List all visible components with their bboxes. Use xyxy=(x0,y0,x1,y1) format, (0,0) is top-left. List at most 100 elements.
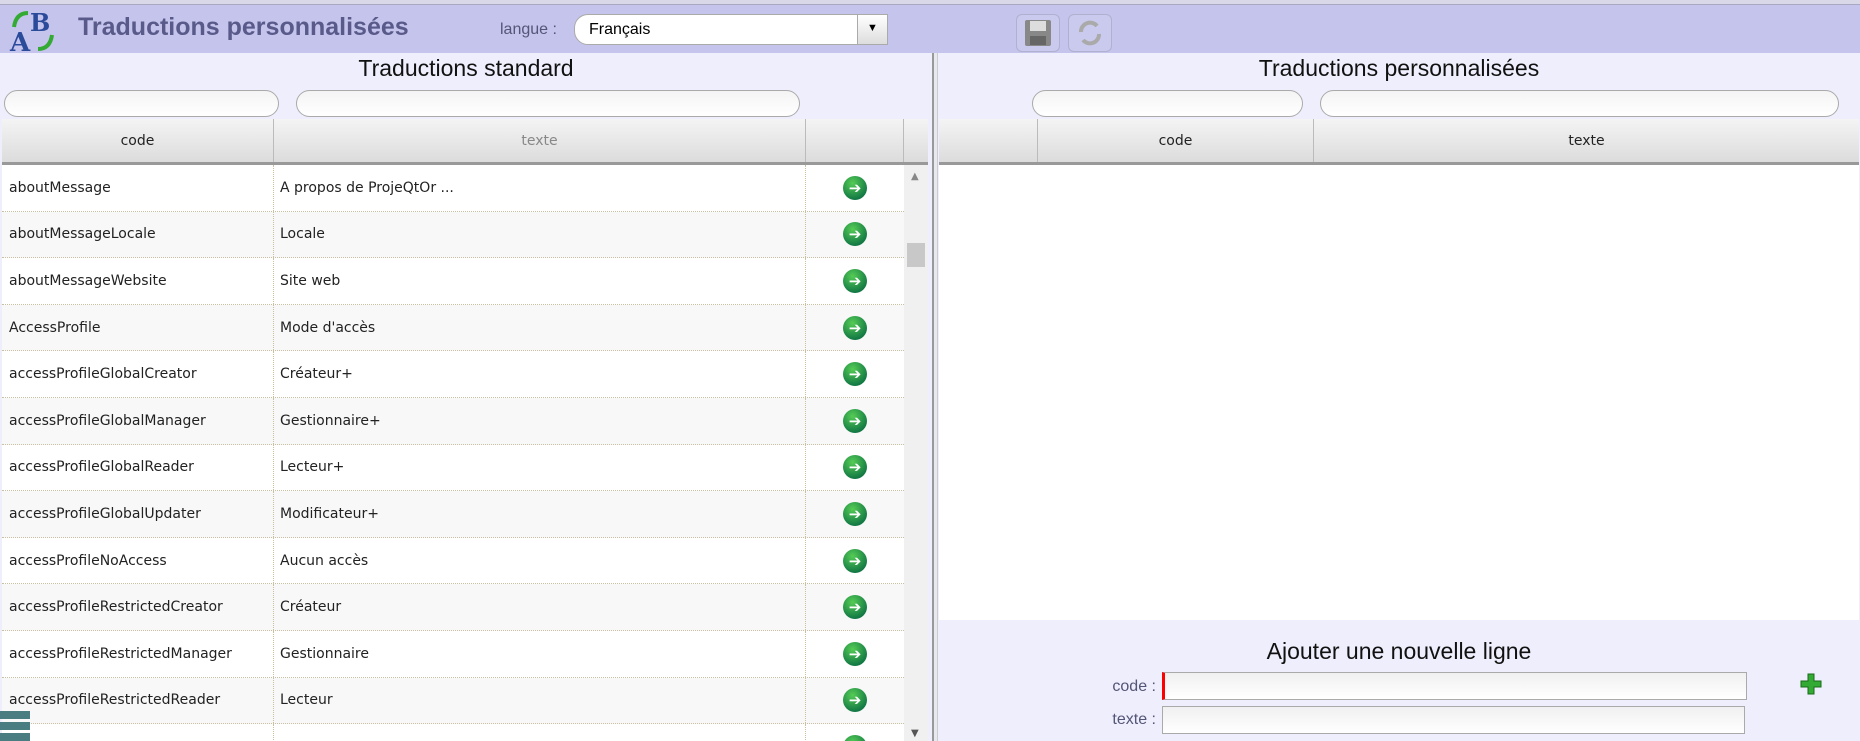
row-action-cell: ➔ xyxy=(806,258,904,304)
add-plus-icon[interactable] xyxy=(1800,673,1822,695)
table-row[interactable]: accessProfileRestrictedManager Gestionnai… xyxy=(2,630,904,678)
row-action-cell: ➔ xyxy=(806,538,904,584)
column-header-code[interactable]: code xyxy=(2,119,274,162)
row-texte: A propos de ProjeQtOr ... xyxy=(274,165,806,211)
row-code: aboutMessageLocale xyxy=(2,211,274,258)
table-row[interactable]: aboutMessageWebsite Site web ➔ xyxy=(2,258,904,305)
refresh-button[interactable] xyxy=(1068,14,1112,52)
table-row[interactable]: accessProfileRestrictedCreator Créateur ➔ xyxy=(2,584,904,631)
table-row[interactable]: accessProfileGlobalManager Gestionnaire+ ➔ xyxy=(2,397,904,445)
row-texte: Lecteur+ xyxy=(274,444,806,491)
save-icon xyxy=(1025,20,1051,46)
row-code: aboutMessage xyxy=(2,165,274,211)
copy-to-custom-arrow-icon[interactable]: ➔ xyxy=(843,734,867,741)
new-texte-input[interactable] xyxy=(1162,706,1745,734)
row-code: accessProfileNoAccess xyxy=(2,537,274,584)
copy-to-custom-arrow-icon[interactable]: ➔ xyxy=(843,548,867,573)
refresh-icon xyxy=(1079,20,1101,46)
new-code-input[interactable] xyxy=(1162,672,1747,700)
save-button[interactable] xyxy=(1016,14,1060,52)
row-code: accessProfileGlobalUpdater xyxy=(2,491,274,537)
texte-label: texte : xyxy=(1112,711,1156,728)
standard-table-body: aboutMessage A propos de ProjeQtOr ... ➔ ab… xyxy=(2,165,904,741)
copy-to-custom-arrow-icon[interactable]: ➔ xyxy=(843,455,867,480)
row-action-cell: ➔ xyxy=(806,491,904,537)
copy-to-custom-arrow-icon[interactable]: ➔ xyxy=(843,315,867,340)
texte-filter-input[interactable] xyxy=(296,90,800,117)
custom-table-body xyxy=(939,165,1859,620)
scroll-down-icon[interactable]: ▼ xyxy=(911,728,919,739)
row-code xyxy=(2,724,274,741)
table-row[interactable]: ➔ xyxy=(2,724,904,741)
row-code: accessProfileRestrictedReader xyxy=(2,677,274,724)
row-texte: Créateur+ xyxy=(274,351,806,397)
column-header-texte[interactable]: texte xyxy=(1314,119,1859,162)
copy-to-custom-arrow-icon[interactable]: ➔ xyxy=(843,408,867,433)
code-label: code : xyxy=(1112,678,1156,695)
copy-to-custom-arrow-icon[interactable]: ➔ xyxy=(843,362,867,387)
standard-panel-title: Traductions standard xyxy=(358,55,574,81)
svg-text:B: B xyxy=(30,8,50,37)
row-texte: Gestionnaire+ xyxy=(274,397,806,444)
chevron-down-icon[interactable]: ▼ xyxy=(857,15,887,44)
copy-to-custom-arrow-icon[interactable]: ➔ xyxy=(843,595,867,620)
column-header-action xyxy=(806,119,904,162)
language-label: langue : xyxy=(500,21,557,38)
scroll-thumb[interactable] xyxy=(907,243,925,267)
scroll-up-icon[interactable]: ▲ xyxy=(911,171,919,182)
table-row[interactable]: aboutMessageLocale Locale ➔ xyxy=(2,211,904,259)
row-texte: Aucun accès xyxy=(274,537,806,584)
column-header-action xyxy=(939,119,1038,162)
row-texte: Site web xyxy=(274,258,806,304)
row-code: accessProfileGlobalCreator xyxy=(2,351,274,397)
add-line-title: Ajouter une nouvelle ligne xyxy=(1266,638,1532,664)
table-row[interactable]: accessProfileGlobalReader Lecteur+ ➔ xyxy=(2,444,904,492)
row-code: aboutMessageWebsite xyxy=(2,258,274,304)
vertical-scrollbar[interactable]: ▲ ▼ xyxy=(904,165,928,741)
copy-to-custom-arrow-icon[interactable]: ➔ xyxy=(843,175,867,200)
copy-to-custom-arrow-icon[interactable]: ➔ xyxy=(843,641,867,666)
copy-to-custom-arrow-icon[interactable]: ➔ xyxy=(843,688,867,713)
table-row[interactable]: AccessProfile Mode d'accès ➔ xyxy=(2,304,904,352)
language-select[interactable]: Français ▼ xyxy=(574,14,888,45)
row-action-cell: ➔ xyxy=(806,678,904,724)
standard-translations-panel: Traductions standard code texte aboutMes… xyxy=(0,53,932,741)
copy-to-custom-arrow-icon[interactable]: ➔ xyxy=(843,222,867,247)
table-row[interactable]: aboutMessage A propos de ProjeQtOr ... ➔ xyxy=(2,165,904,212)
scrollbar-header-spacer xyxy=(904,119,928,162)
table-row[interactable]: accessProfileGlobalCreator Créateur+ ➔ xyxy=(2,351,904,398)
row-texte: Lecteur xyxy=(274,677,806,724)
copy-to-custom-arrow-icon[interactable]: ➔ xyxy=(843,501,867,526)
custom-panel-title: Traductions personnalisées xyxy=(1258,55,1540,81)
copy-to-custom-arrow-icon[interactable]: ➔ xyxy=(843,268,867,293)
standard-table-header: code texte xyxy=(2,119,928,165)
row-texte: Modificateur+ xyxy=(274,491,806,537)
custom-texte-filter-input[interactable] xyxy=(1320,90,1839,117)
custom-code-filter-input[interactable] xyxy=(1032,90,1303,117)
row-action-cell: ➔ xyxy=(806,212,904,258)
language-value: Français xyxy=(589,21,651,38)
row-action-cell: ➔ xyxy=(806,305,904,351)
row-action-cell: ➔ xyxy=(806,584,904,630)
row-code: accessProfileGlobalReader xyxy=(2,444,274,491)
row-action-cell: ➔ xyxy=(806,351,904,397)
row-code: AccessProfile xyxy=(2,304,274,351)
table-row[interactable]: accessProfileRestrictedReader Lecteur ➔ xyxy=(2,677,904,725)
row-texte: Créateur xyxy=(274,584,806,630)
custom-translations-panel: Traductions personnalisées code texte Aj… xyxy=(938,53,1860,741)
column-header-code[interactable]: code xyxy=(1038,119,1314,162)
menu-toggle-button[interactable] xyxy=(0,711,30,741)
row-texte xyxy=(274,724,806,741)
table-row[interactable]: accessProfileGlobalUpdater Modificateur+ ➔ xyxy=(2,491,904,538)
row-action-cell: ➔ xyxy=(806,724,904,741)
table-row[interactable]: accessProfileNoAccess Aucun accès ➔ xyxy=(2,537,904,585)
row-texte: Mode d'accès xyxy=(274,304,806,351)
add-line-section: Ajouter une nouvelle ligne code : texte … xyxy=(938,620,1860,741)
page-title: Traductions personnalisées xyxy=(78,13,409,41)
column-header-texte[interactable]: texte xyxy=(274,119,806,162)
translation-logo-icon: A B xyxy=(9,8,54,53)
code-filter-input[interactable] xyxy=(4,90,279,117)
row-code: accessProfileRestrictedCreator xyxy=(2,584,274,630)
svg-text:A: A xyxy=(9,28,31,53)
row-action-cell: ➔ xyxy=(806,165,904,211)
